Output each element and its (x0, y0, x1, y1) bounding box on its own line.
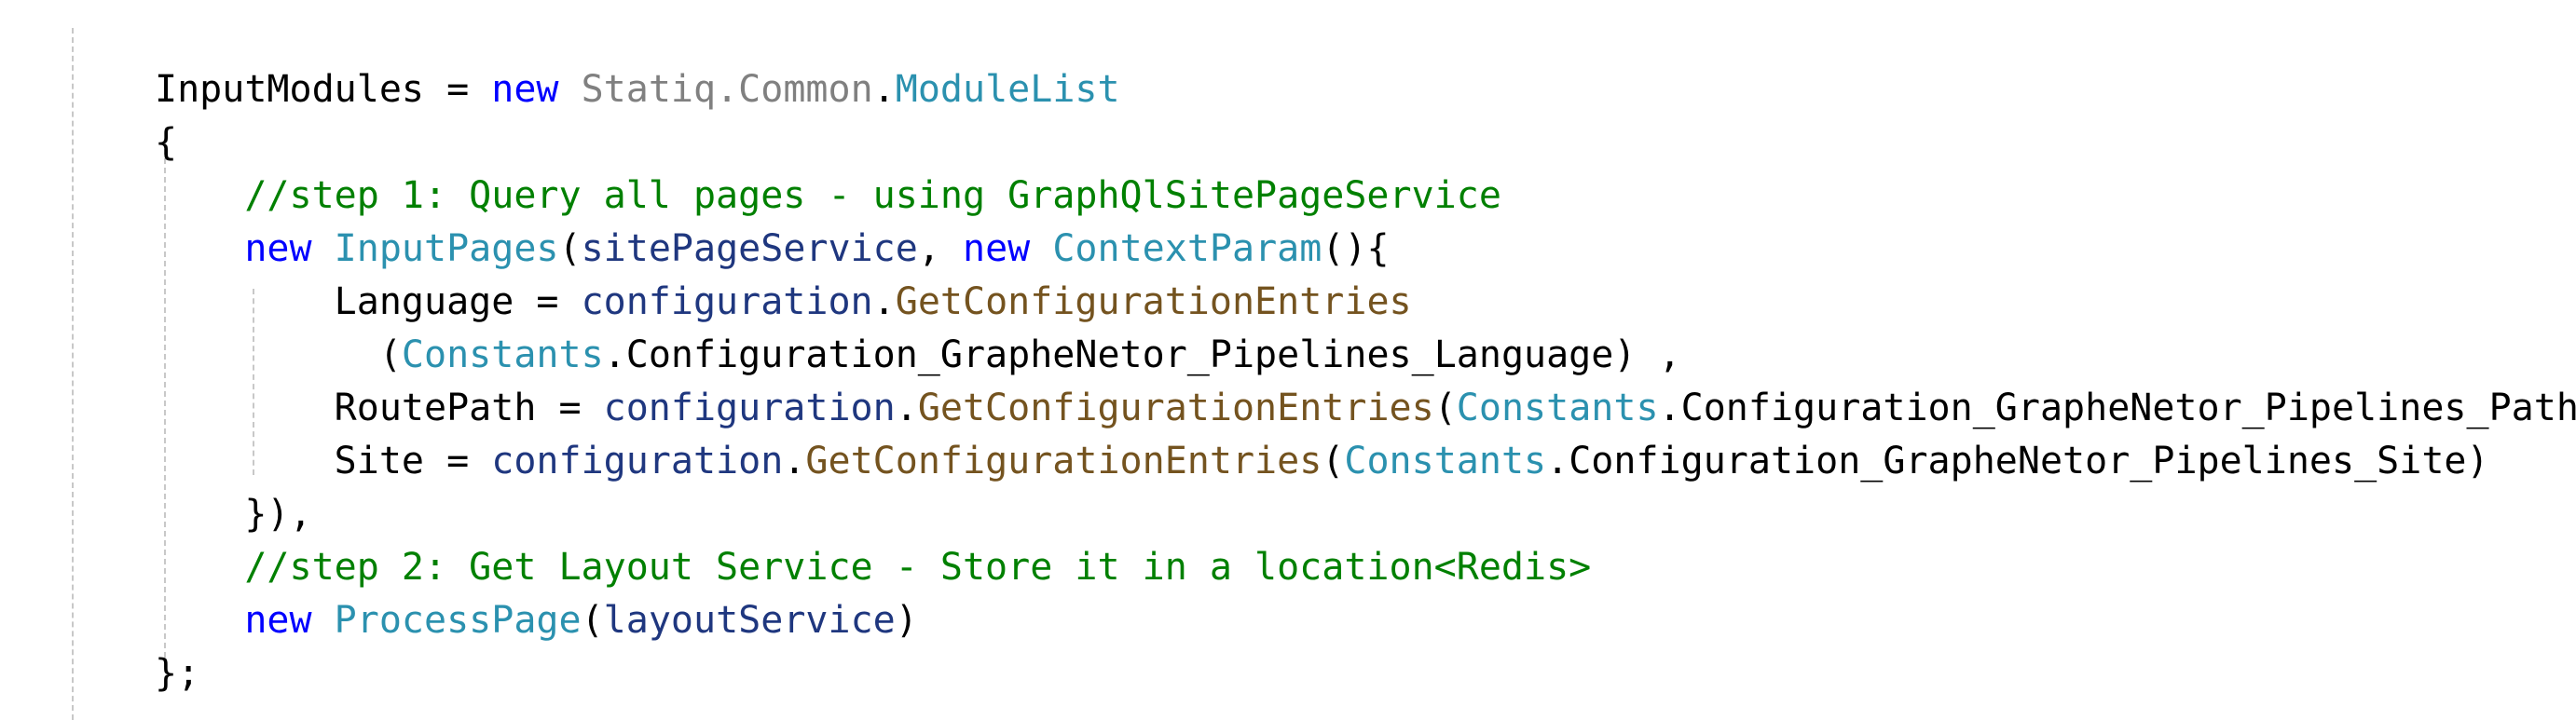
code-token-plain: ( (1322, 440, 1345, 482)
code-token-plain: ( (558, 227, 582, 270)
code-token-plain: { (155, 121, 178, 164)
code-token-plain: RoutePath = (155, 387, 604, 429)
code-token-plain: . (872, 280, 896, 323)
code-line: new InputPages(sitePageService, new Cont… (155, 223, 2576, 276)
code-token-keyword: new (491, 68, 559, 111)
code-token-type: ModuleList (895, 68, 1120, 111)
code-line: Site = configuration.GetConfigurationEnt… (155, 435, 2576, 488)
code-token-plain: ( (155, 333, 402, 376)
code-token-plain: . (872, 68, 896, 111)
code-token-plain: .Configuration_GrapheNetor_Pipelines_Lan… (603, 333, 1681, 376)
code-token-type: ContextParam (1052, 227, 1322, 270)
code-token-type: Constants (1344, 440, 1547, 482)
code-token-variable: configuration (603, 387, 896, 429)
code-token-type: Constants (1456, 387, 1659, 429)
code-line: Language = configuration.GetConfiguratio… (155, 276, 2576, 329)
code-token-plain: Language = (155, 280, 582, 323)
code-editor[interactable]: InputModules = new Statiq.Common.ModuleL… (0, 0, 2576, 720)
code-token-variable: configuration (491, 440, 784, 482)
code-line: { (155, 116, 2576, 170)
code-token-namespace: Statiq.Common (581, 68, 873, 111)
code-token-variable: configuration (581, 280, 873, 323)
code-token-plain: ) (895, 599, 918, 642)
code-token-plain: }), (155, 493, 312, 536)
code-token-plain: ( (581, 599, 604, 642)
code-line: }), (155, 488, 2576, 541)
code-line: (Constants.Configuration_GrapheNetor_Pip… (155, 329, 2576, 382)
code-token-keyword: new (244, 599, 312, 642)
code-token-plain: . (783, 440, 806, 482)
code-token-method: GetConfigurationEntries (895, 280, 1412, 323)
code-token-plain: }; (155, 652, 200, 695)
code-line: new ProcessPage(layoutService) (155, 594, 2576, 647)
code-token-comment: //step 2: Get Layout Service - Store it … (244, 546, 1592, 589)
code-token-variable: sitePageService (581, 227, 918, 270)
code-token-variable: layoutService (603, 599, 896, 642)
code-token-method: GetConfigurationEntries (917, 387, 1434, 429)
code-line: RoutePath = configuration.GetConfigurati… (155, 382, 2576, 435)
code-token-plain: ( (1433, 387, 1457, 429)
code-line: InputModules = new Statiq.Common.ModuleL… (155, 63, 2576, 116)
code-token-plain: (){ (1322, 227, 1390, 270)
code-token-type: InputPages (334, 227, 559, 270)
code-token-plain: , (917, 227, 963, 270)
indent-guide-outer (72, 28, 74, 720)
code-line: }; (155, 647, 2576, 700)
code-token-type: Constants (401, 333, 604, 376)
code-token-plain: Site = (155, 440, 492, 482)
code-line: //step 2: Get Layout Service - Store it … (155, 541, 2576, 594)
code-line: //step 1: Query all pages - using GraphQ… (155, 170, 2576, 223)
code-token-plain: InputModules = (155, 68, 492, 111)
code-token-keyword: new (244, 227, 312, 270)
code-token-type: ProcessPage (334, 599, 582, 642)
code-token-comment: //step 1: Query all pages - using GraphQ… (244, 174, 1501, 217)
code-token-method: GetConfigurationEntries (805, 440, 1322, 482)
code-token-plain: . (895, 387, 918, 429)
code-token-plain: .Configuration_GrapheNetor_Pipelines_Sit… (1546, 440, 2489, 482)
code-block: InputModules = new Statiq.Common.ModuleL… (155, 63, 2576, 700)
code-token-keyword: new (963, 227, 1031, 270)
code-token-plain: .Configuration_GrapheNetor_Pipelines_Pat… (1658, 387, 2576, 429)
